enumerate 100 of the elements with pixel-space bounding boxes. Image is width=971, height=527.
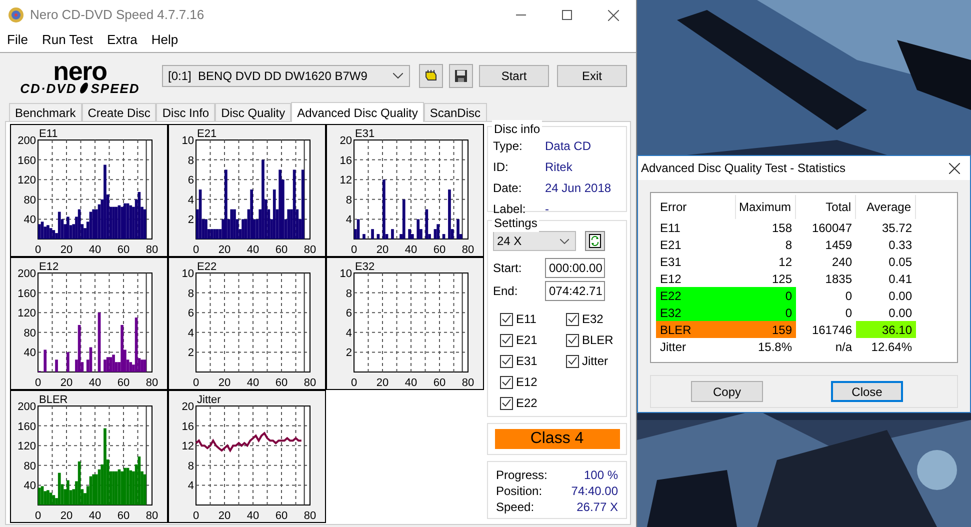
axis-label: 40 bbox=[88, 510, 102, 521]
table-cell-text: 0.33 bbox=[888, 236, 913, 253]
chart-title: BLER bbox=[39, 394, 68, 406]
axis-label: 80 bbox=[304, 244, 316, 255]
axis-label: 40 bbox=[88, 244, 102, 255]
table-cell: BLER bbox=[656, 321, 736, 338]
axis-label: 8 bbox=[188, 288, 194, 300]
axis-label: 80 bbox=[146, 244, 158, 255]
axis-label: 10 bbox=[340, 268, 352, 280]
axis-label: 0 bbox=[192, 244, 200, 255]
axis-label: 80 bbox=[24, 460, 36, 472]
checkbox-label: E22 bbox=[516, 395, 538, 412]
table-cell: 0 bbox=[736, 304, 796, 321]
axis-label: 200 bbox=[18, 268, 36, 280]
table-cell-text: 240 bbox=[830, 254, 853, 270]
axis-label: 40 bbox=[246, 510, 260, 521]
axis-label: 40 bbox=[404, 244, 418, 255]
axis-label: 120 bbox=[18, 440, 36, 453]
table-cell-text: E31 bbox=[659, 254, 682, 270]
chart-title: E31 bbox=[355, 128, 375, 140]
checkbox-label: E11 bbox=[516, 311, 536, 328]
axis-label: 10 bbox=[182, 268, 194, 280]
chart-title: E32 bbox=[355, 261, 375, 273]
axis-label: 20 bbox=[182, 401, 194, 413]
axis-label: 160 bbox=[18, 420, 36, 433]
axis-label: 20 bbox=[60, 377, 73, 388]
chart-title: E11 bbox=[39, 128, 58, 140]
chart-title: E12 bbox=[39, 261, 59, 273]
axis-label: 12 bbox=[182, 440, 194, 453]
table-cell: E22 bbox=[656, 287, 736, 304]
axis-label: 40 bbox=[246, 244, 260, 255]
axis-label: 16 bbox=[340, 154, 352, 167]
table-cell: 36.10 bbox=[856, 321, 916, 338]
table-cell-text: 15.8% bbox=[756, 338, 793, 355]
chart-title: E22 bbox=[197, 261, 217, 273]
field-label: ID: bbox=[493, 159, 510, 176]
field-label: Position: bbox=[496, 484, 542, 499]
axis-label: 20 bbox=[376, 377, 389, 388]
axis-label: 60 bbox=[433, 377, 446, 388]
axis-label: 4 bbox=[188, 194, 194, 206]
axis-label: 40 bbox=[24, 214, 36, 226]
axis-label: 200 bbox=[18, 135, 36, 147]
axis-label: 2 bbox=[346, 347, 352, 360]
axis-label: 6 bbox=[188, 174, 194, 187]
table-cell-text: E11 bbox=[659, 220, 682, 236]
table-cell-text: 158 bbox=[770, 220, 793, 236]
axis-label: 80 bbox=[304, 377, 316, 388]
axis-label: 160 bbox=[18, 288, 36, 300]
axis-label: 20 bbox=[218, 377, 231, 388]
field-label: Type: bbox=[493, 138, 524, 155]
axis-label: 20 bbox=[60, 244, 73, 255]
axis-label: 2 bbox=[188, 214, 194, 226]
field-label: Progress: bbox=[496, 468, 548, 483]
table-cell: 0 bbox=[736, 287, 796, 304]
axis-label: 60 bbox=[275, 377, 288, 388]
axis-label: 20 bbox=[376, 244, 389, 255]
axis-label: 12 bbox=[340, 174, 352, 187]
window-title: Nero CD-DVD Speed 4.7.7.16 bbox=[30, 6, 204, 24]
axis-label: 0 bbox=[350, 244, 358, 255]
field-value: 26.77 X bbox=[576, 500, 618, 515]
logo-text: CD·DVD bbox=[20, 82, 77, 94]
table-cell-text: 12 bbox=[778, 254, 793, 270]
chart-title: E21 bbox=[197, 128, 217, 140]
table-cell-text: 0.41 bbox=[888, 270, 913, 287]
field-label: End: bbox=[493, 283, 519, 300]
table-cell-text: 1835 bbox=[824, 270, 853, 287]
class-badge: Class 4 bbox=[494, 429, 620, 449]
axis-label: 40 bbox=[246, 377, 260, 388]
table-cell-text: 160047 bbox=[810, 220, 853, 236]
table-cell-text: 35.72 bbox=[880, 220, 913, 236]
checkbox-label: E31 bbox=[516, 353, 538, 370]
axis-label: 0 bbox=[192, 377, 200, 388]
axis-label: 0 bbox=[34, 510, 42, 521]
axis-label: 60 bbox=[275, 510, 288, 521]
table-cell: 159 bbox=[736, 321, 796, 338]
axis-label: 60 bbox=[117, 377, 130, 388]
table-cell-text: 125 bbox=[770, 270, 793, 287]
axis-label: 10 bbox=[182, 135, 194, 147]
checkbox-label: E21 bbox=[516, 332, 538, 349]
table-cell-text: 0.00 bbox=[888, 288, 913, 304]
axis-label: 8 bbox=[188, 154, 194, 167]
table-cell-text: E21 bbox=[659, 236, 682, 253]
axis-label: 80 bbox=[462, 244, 474, 255]
table-cell-text: Jitter bbox=[659, 338, 688, 355]
axis-label: 200 bbox=[18, 401, 36, 413]
table-cell-text: 8 bbox=[784, 236, 793, 253]
axis-label: 160 bbox=[18, 154, 36, 167]
axis-label: 0 bbox=[34, 377, 42, 388]
axis-label: 40 bbox=[88, 377, 102, 388]
axis-label: 8 bbox=[346, 288, 352, 300]
checkbox-label: BLER bbox=[582, 332, 614, 349]
field-value: Data CD bbox=[545, 138, 592, 155]
axis-label: 80 bbox=[24, 327, 36, 340]
axis-label: 6 bbox=[188, 308, 194, 320]
axis-label: 80 bbox=[146, 377, 158, 388]
field-label: Speed: bbox=[496, 500, 534, 515]
axis-label: 40 bbox=[24, 347, 36, 360]
dialog-title: Advanced Disc Quality Test - Statistics bbox=[641, 160, 846, 177]
axis-label: 4 bbox=[188, 480, 194, 492]
field-label: Start: bbox=[493, 260, 523, 277]
